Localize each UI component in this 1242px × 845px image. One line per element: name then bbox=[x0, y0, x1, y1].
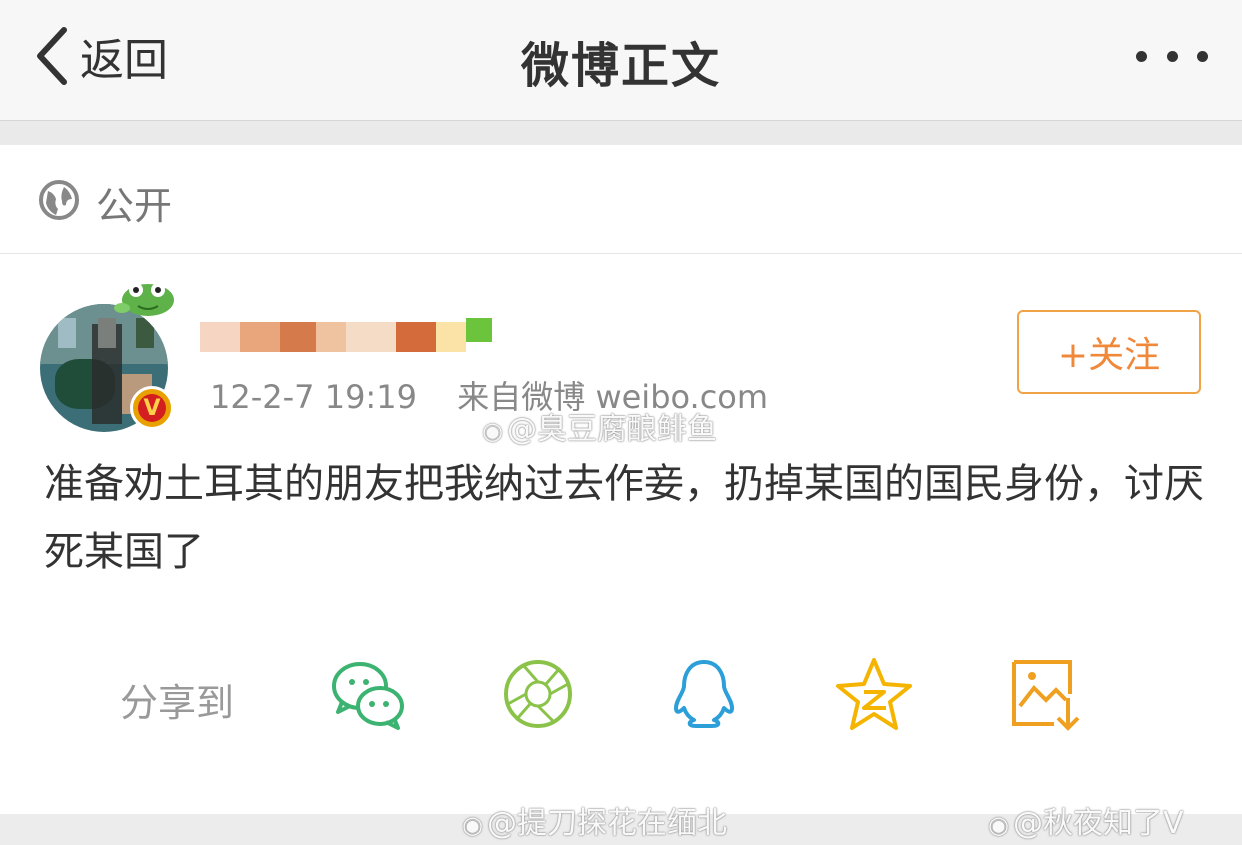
watermark: ◉ @提刀探花在缅北 bbox=[462, 798, 727, 842]
weibo-logo-icon: ◉ bbox=[462, 811, 483, 839]
share-row: 分享到 bbox=[0, 654, 1242, 744]
weibo-logo-icon: ◉ bbox=[482, 417, 503, 445]
frog-pendant-icon bbox=[114, 283, 174, 316]
dot-icon bbox=[1136, 50, 1147, 62]
top-nav-bar: 返回 微博正文 bbox=[0, 0, 1242, 121]
watermark-text: @臭豆腐酿鲱鱼 bbox=[506, 412, 717, 447]
wechat-icon[interactable] bbox=[328, 654, 408, 734]
watermark: ◉ @秋夜知了V bbox=[988, 798, 1183, 842]
save-image-icon[interactable] bbox=[1006, 654, 1086, 734]
post-card: V 12-2-7 19:19 来自微博 weibo.com +关注 准备劝土耳其… bbox=[0, 254, 1242, 814]
watermark-text: @秋夜知了V bbox=[1012, 806, 1184, 841]
post-text: 准备劝土耳其的朋友把我纳过去作妾，扔掉某国的国民身份，讨厌死某国了 bbox=[44, 461, 1204, 575]
weibo-logo-icon: ◉ bbox=[988, 811, 1009, 839]
page-title: 微博正文 bbox=[520, 38, 721, 94]
share-label: 分享到 bbox=[120, 681, 235, 725]
section-gap bbox=[0, 121, 1242, 145]
post-timestamp: 12-2-7 19:19 bbox=[210, 378, 417, 416]
moments-icon[interactable] bbox=[498, 654, 578, 734]
more-options-button[interactable] bbox=[1136, 46, 1208, 66]
globe-icon bbox=[39, 180, 79, 220]
verified-badge-icon: V bbox=[130, 386, 174, 430]
visibility-row: 公开 bbox=[0, 145, 1242, 254]
qzone-icon[interactable] bbox=[834, 654, 914, 734]
follow-button[interactable]: +关注 bbox=[1017, 310, 1201, 394]
avatar[interactable]: V bbox=[40, 283, 180, 434]
watermark: ◉ @臭豆腐酿鲱鱼 bbox=[482, 404, 717, 448]
visibility-label: 公开 bbox=[96, 184, 173, 228]
qq-icon[interactable] bbox=[664, 654, 744, 734]
dot-icon bbox=[1166, 50, 1178, 62]
dot-icon bbox=[1197, 50, 1208, 62]
username-redacted[interactable] bbox=[200, 314, 500, 358]
watermark-text: @提刀探花在缅北 bbox=[486, 806, 727, 841]
